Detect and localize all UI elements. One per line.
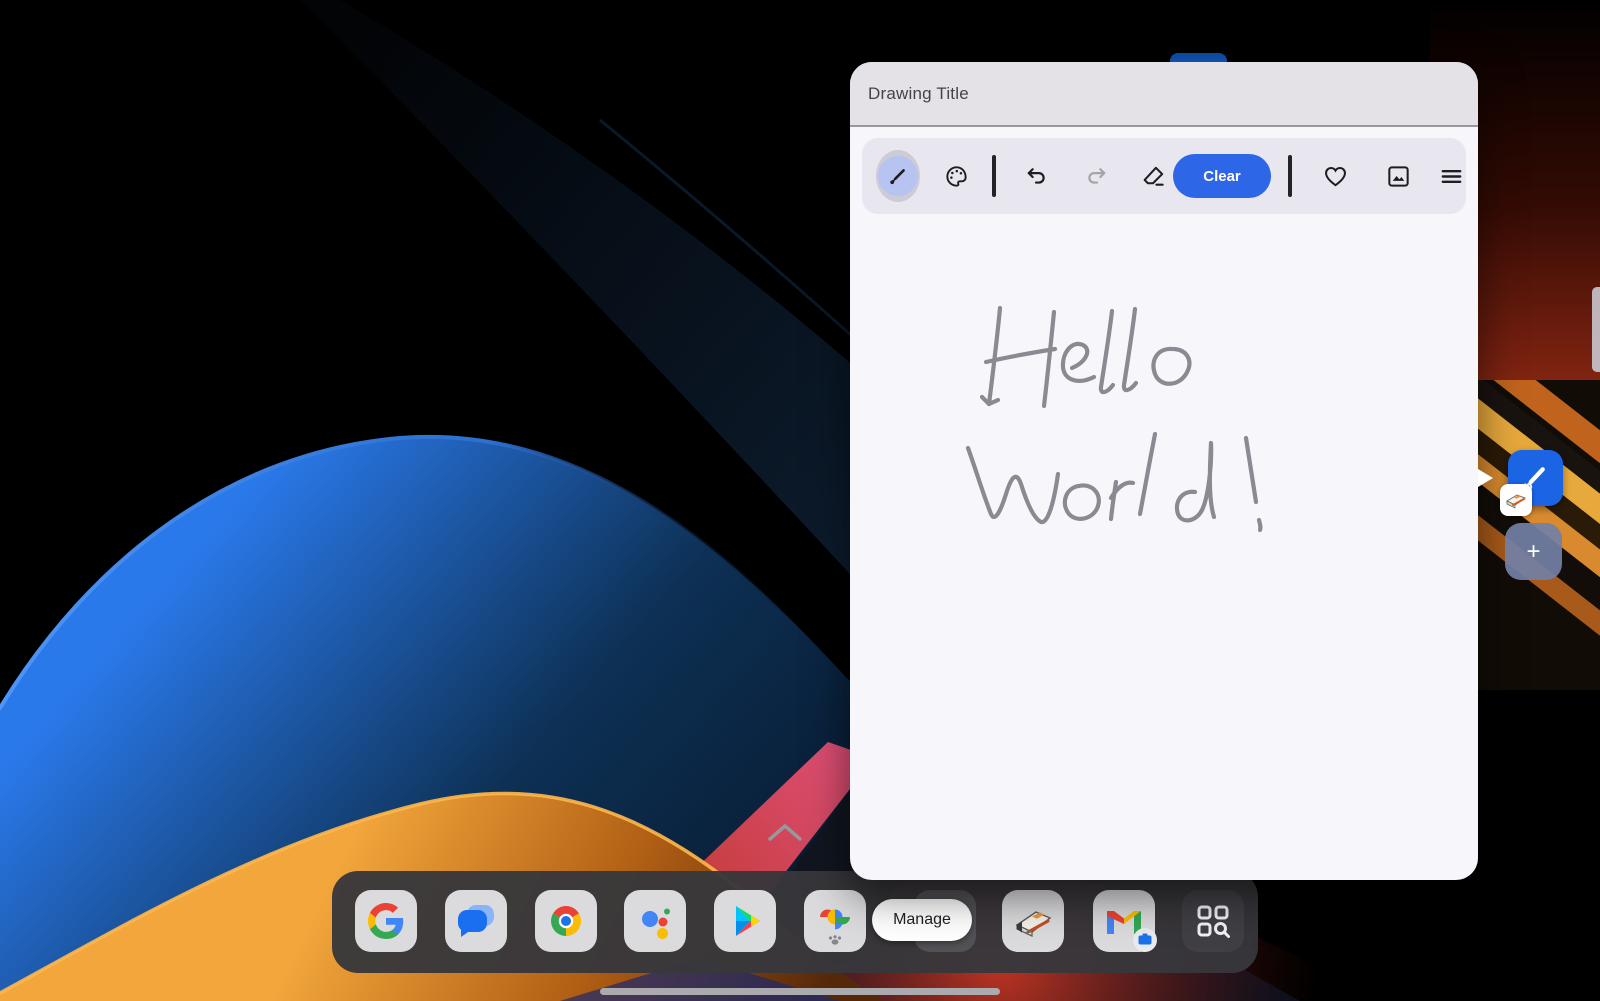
dock-app-messages[interactable] [445, 890, 507, 952]
dock-app-drawer[interactable] [1182, 890, 1244, 952]
paw-badge [829, 935, 841, 944]
drawing-toolbar: Clear [862, 138, 1466, 214]
toolbar-divider [992, 155, 996, 197]
dock-app-assistant[interactable] [624, 890, 686, 952]
undo-icon [1023, 163, 1050, 190]
toolbar-divider [1288, 155, 1292, 197]
google-icon [355, 890, 417, 952]
mini-sketchbook-icon [1500, 484, 1532, 516]
dock-app-google[interactable] [355, 890, 417, 952]
brush-icon [885, 163, 911, 189]
insert-image-button[interactable] [1376, 154, 1420, 198]
work-badge [1133, 928, 1157, 952]
add-bubble-button[interactable]: + [1505, 523, 1562, 580]
app-drawer-icon [1182, 890, 1244, 952]
redo-button[interactable] [1074, 154, 1118, 198]
drawing-canvas[interactable] [850, 214, 1478, 880]
play-store-icon [714, 890, 776, 952]
bubble-pointer-arrow [1478, 469, 1493, 487]
messages-icon [445, 890, 507, 952]
chevron-up-icon[interactable] [765, 820, 805, 846]
edge-scrollbar[interactable] [1592, 287, 1600, 372]
assistant-icon [624, 890, 686, 952]
window-title: Drawing Title [868, 62, 969, 125]
drawing-app-window: Drawing Title [850, 62, 1478, 880]
palette-icon [943, 163, 970, 190]
heart-icon [1322, 163, 1349, 190]
manage-label: Manage [893, 911, 951, 929]
palette-tool-button[interactable] [934, 154, 978, 198]
photos-icon [804, 890, 866, 952]
undo-button[interactable] [1014, 154, 1058, 198]
menu-button[interactable] [1429, 154, 1473, 198]
taskbar-dock [332, 871, 1258, 973]
window-titlebar[interactable]: Drawing Title [850, 62, 1478, 127]
dock-app-sketchbook[interactable] [1002, 890, 1064, 952]
desktop: Manage Drawing Title [0, 0, 1600, 1001]
dock-app-chrome[interactable] [535, 890, 597, 952]
redo-icon [1083, 163, 1110, 190]
bubble-app-badge [1500, 484, 1532, 516]
brush-tool-button[interactable] [876, 154, 920, 198]
dock-app-play-store[interactable] [714, 890, 776, 952]
hamburger-menu-icon [1438, 163, 1465, 190]
gmail-icon [1093, 890, 1167, 958]
plus-label: + [1526, 538, 1540, 566]
clear-label: Clear [1203, 168, 1241, 185]
dock-app-photos[interactable] [804, 890, 866, 952]
chrome-icon [535, 890, 597, 952]
dock-app-gmail[interactable] [1093, 890, 1155, 952]
handwriting-world [968, 434, 1260, 530]
favorite-button[interactable] [1313, 154, 1357, 198]
home-indicator-bar[interactable] [600, 988, 1000, 995]
clear-button[interactable]: Clear [1173, 154, 1271, 198]
handwriting-hello [982, 308, 1189, 406]
sketchbook-icon [1002, 890, 1064, 952]
eraser-icon [1140, 163, 1167, 190]
manage-tooltip[interactable]: Manage [872, 899, 972, 941]
image-icon [1385, 163, 1412, 190]
eraser-button[interactable] [1131, 154, 1175, 198]
